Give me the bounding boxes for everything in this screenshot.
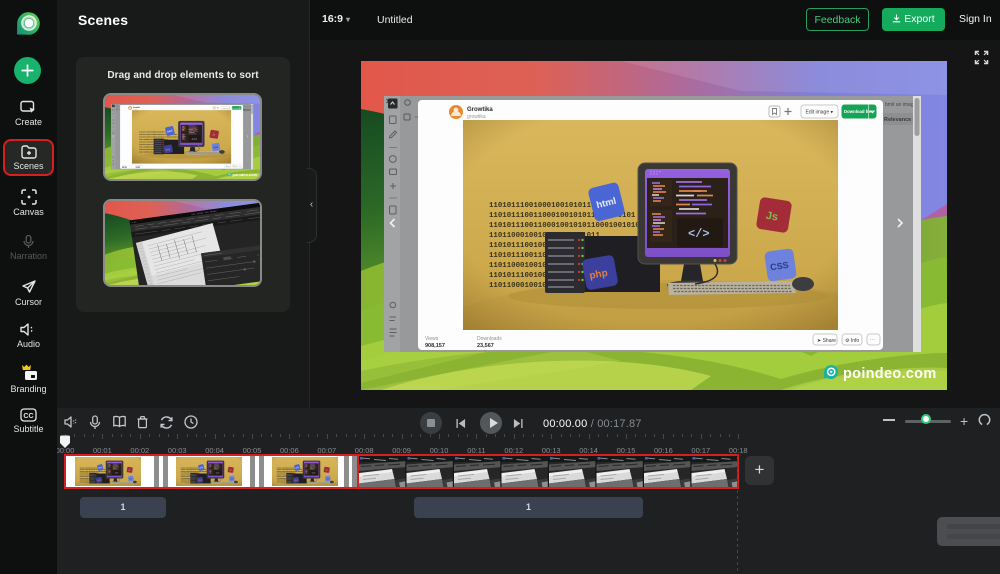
svg-text:CC: CC: [23, 413, 33, 420]
